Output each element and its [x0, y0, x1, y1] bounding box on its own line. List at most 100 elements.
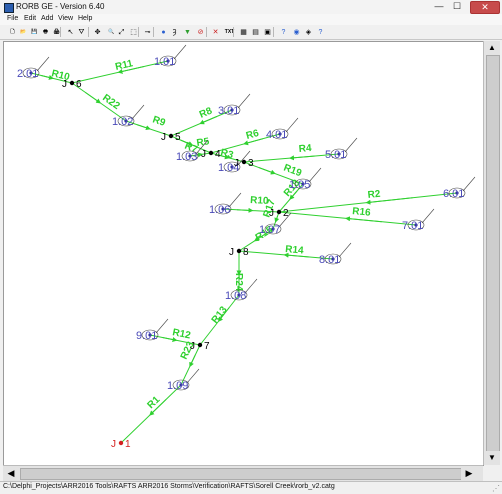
scroll-right-icon[interactable]: ▶ [461, 466, 477, 481]
subarea-label: 5.01 [325, 149, 346, 161]
status-bar: C:\Delphi_Projects\ARR2016 Tools\RAFTS A… [0, 481, 502, 494]
reach-label: R1 [145, 394, 162, 411]
scroll-left-icon[interactable]: ◀ [3, 466, 19, 481]
subarea-tick-icon [237, 93, 251, 109]
select-arrow-icon[interactable]: ↖ [65, 27, 76, 38]
zoom-out-icon[interactable]: ⤢ [116, 27, 127, 38]
junction-label: 7 [204, 341, 210, 352]
subarea-tick-icon [344, 137, 358, 153]
subarea-label: 4.01 [266, 129, 287, 141]
calculator-icon[interactable]: ▣ [262, 27, 273, 38]
subarea-label: 1.09 [167, 380, 188, 392]
reach-label: R16 [352, 206, 372, 219]
help-icon[interactable]: ? [278, 27, 289, 38]
junction-label: 4 [215, 149, 221, 160]
junction-label: 5 [175, 132, 181, 143]
horizontal-scrollbar[interactable]: ◀ ▶ [3, 465, 483, 481]
subarea-label: 1.07 [259, 224, 280, 236]
junction-node[interactable] [276, 209, 282, 215]
toolbar-separator [206, 27, 207, 37]
toolbar: 🗋 📂 💾 🖶 🖨 ↖ ⛛ ✥ 🔍 ⤢ ⬚ ⊸ ● Ȝ ▼ ⊘ ✕ TXT ▦ ▤ ▣? ◉ ◈? [0, 25, 502, 40]
run-icon[interactable]: ◈ [303, 27, 314, 38]
subarea-label: 2.01 [17, 68, 38, 80]
add-storage-icon[interactable]: ⊘ [195, 27, 206, 38]
reach-label: R24 [233, 273, 244, 292]
subarea-tick-icon [131, 104, 145, 120]
catchment-canvas[interactable]: R11 R10 R22 R9 R8 R7 R6 R5 R3 R4 R19 R18 R2 R10 R16 R17… [3, 41, 484, 466]
delete-icon[interactable]: ✕ [210, 27, 221, 38]
horizontal-scroll-thumb[interactable] [20, 468, 462, 480]
key-icon[interactable]: ⊸ [142, 27, 153, 38]
flow-arrow-icon [345, 216, 382, 223]
reach-label: R22 [100, 92, 122, 112]
reach-label: R4 [298, 143, 312, 155]
subarea-label: 1.05 [289, 179, 310, 191]
menu-bar: File Edit Add View Help [0, 14, 502, 25]
junction-letter: J [201, 149, 206, 160]
reach-label: R5 [196, 136, 211, 149]
junction-letter: J [234, 158, 239, 169]
add-junction-icon[interactable]: Ȝ [169, 27, 180, 38]
flow-arrow-icon [137, 124, 151, 131]
junction-letter: J [111, 439, 116, 450]
vertical-scroll-thumb[interactable] [486, 55, 500, 453]
network-diagram[interactable]: R11R10R22R9R8R7R6R5R3 R4R19R18 R2R10R16R17… [4, 42, 483, 465]
menu-edit[interactable]: Edit [24, 15, 36, 22]
toolbar-separator [138, 27, 139, 37]
junction-node[interactable] [241, 159, 247, 165]
subarea-tick-icon [36, 56, 50, 72]
outlet-node[interactable] [118, 440, 124, 446]
subarea-label: 9.01 [136, 330, 157, 342]
filter-icon[interactable]: ⛛ [76, 27, 87, 38]
junction-label: 8 [243, 247, 249, 258]
vertical-scrollbar[interactable]: ▲ ▼ [483, 41, 500, 465]
junction-label: 3 [248, 158, 254, 169]
resize-grip-icon[interactable]: ⋰ [492, 484, 500, 493]
junction-letter: J [62, 79, 67, 90]
zoom-extents-icon[interactable]: ✥ [92, 27, 103, 38]
subarea-label: 3.01 [218, 105, 239, 117]
about-icon[interactable]: ? [315, 27, 326, 38]
junction-letter: J [161, 132, 166, 143]
table-icon[interactable]: ▦ [238, 27, 249, 38]
web-icon[interactable]: ◉ [291, 27, 302, 38]
print-preview-icon[interactable]: 🖨 [49, 27, 64, 38]
subarea-tick-icon [338, 242, 352, 258]
reach-label: R14 [285, 244, 305, 257]
subarea-tick-icon [421, 208, 435, 224]
junction-node[interactable] [69, 80, 75, 86]
scroll-up-icon[interactable]: ▲ [484, 41, 500, 55]
scroll-down-icon[interactable]: ▼ [484, 451, 500, 465]
junction-node[interactable] [236, 248, 242, 254]
toolbar-separator [88, 27, 89, 37]
subarea-tick-icon [186, 368, 200, 384]
flow-arrow-icon [85, 92, 102, 104]
junction-label: 1 [125, 439, 131, 450]
minimize-button[interactable]: — [430, 1, 448, 12]
app-icon [4, 3, 14, 13]
toolbar-separator [60, 27, 61, 37]
add-reach-icon[interactable]: ▼ [182, 27, 193, 38]
flow-arrow-icon [258, 167, 276, 175]
maximize-button[interactable]: ☐ [448, 1, 466, 12]
junction-node[interactable] [197, 342, 203, 348]
text-icon[interactable]: TXT [222, 27, 237, 38]
menu-help[interactable]: Help [78, 15, 92, 22]
grid-icon[interactable]: ▤ [250, 27, 261, 38]
menu-view[interactable]: View [58, 15, 73, 22]
junction-letter: J [190, 341, 195, 352]
junction-node[interactable] [208, 150, 214, 156]
junction-node[interactable] [168, 133, 174, 139]
add-node-icon[interactable]: ● [158, 27, 169, 38]
subarea-tick-icon [244, 278, 258, 294]
close-button[interactable]: ✕ [470, 1, 500, 14]
toolbar-separator [273, 27, 274, 37]
subarea-tick-icon [155, 318, 169, 334]
flow-arrow-icon [289, 155, 316, 161]
toolbar-separator [233, 27, 234, 37]
reach-label: R2 [367, 189, 381, 201]
subarea-tick-icon [308, 167, 322, 183]
menu-file[interactable]: File [7, 15, 18, 22]
menu-add[interactable]: Add [41, 15, 53, 22]
subarea-tick-icon [285, 117, 299, 133]
